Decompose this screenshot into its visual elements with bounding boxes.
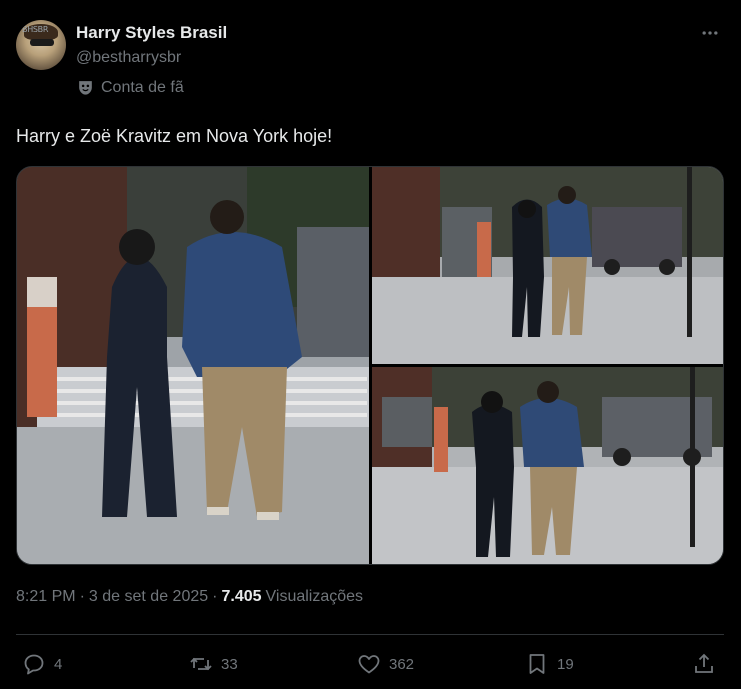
bookmark-button[interactable]: 19: [525, 650, 574, 678]
author-handle[interactable]: @bestharrysbr: [76, 49, 181, 67]
post-text: Harry e Zoë Kravitz em Nova York hoje!: [16, 126, 333, 146]
share-icon: [695, 653, 713, 673]
more-options-icon[interactable]: [699, 22, 721, 44]
divider: [16, 634, 724, 635]
views-label: Visualizações: [265, 588, 364, 605]
repost-button[interactable]: 33: [189, 650, 238, 678]
views-count: 7.405: [221, 588, 262, 605]
like-button[interactable]: 362: [357, 650, 414, 678]
post-meta: 8:21 PM · 3 de set de 2025 · 7.405 Visua…: [16, 588, 363, 606]
reply-button[interactable]: 4: [22, 650, 62, 678]
photo-3[interactable]: [372, 367, 723, 564]
fan-account-badge: Conta de fã: [76, 78, 184, 97]
like-count: 362: [389, 655, 415, 673]
author-display-name[interactable]: Harry Styles Brasil: [76, 23, 227, 43]
repost-count: 33: [221, 655, 238, 673]
heart-icon: [358, 655, 380, 674]
photo-2[interactable]: [372, 167, 723, 364]
meta-separator-2: ·: [212, 588, 218, 605]
reply-count: 4: [54, 655, 63, 673]
repost-icon: [190, 657, 212, 671]
bookmark-icon: [529, 654, 545, 674]
meta-separator: ·: [79, 588, 85, 605]
avatar-watermark: BHSBR: [22, 25, 49, 34]
fan-account-label: Conta de fã: [101, 78, 184, 96]
avatar-sunglasses: [30, 39, 54, 46]
photo-1[interactable]: [17, 167, 369, 564]
post-date[interactable]: 3 de set de 2025: [89, 588, 208, 606]
reply-icon: [24, 654, 44, 675]
bookmark-count: 19: [557, 655, 574, 673]
post-time[interactable]: 8:21 PM: [16, 588, 76, 606]
theater-mask-icon: [79, 81, 92, 95]
avatar[interactable]: BHSBR: [16, 20, 66, 70]
media-grid: [16, 166, 724, 565]
share-button[interactable]: [692, 650, 716, 678]
